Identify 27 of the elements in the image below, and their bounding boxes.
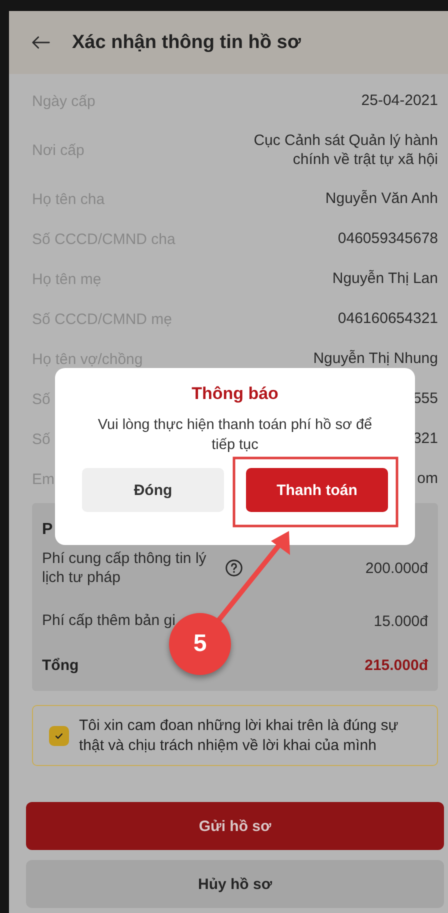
field-value: 321 (412, 429, 438, 449)
dialog-message: Vui lòng thực hiện thanh toán phí hồ sơ để tiếp tục (96, 416, 374, 455)
total-amount: 215.000đ (364, 656, 428, 674)
back-arrow-icon[interactable] (32, 36, 50, 49)
screen-title: Xác nhận thông tin hồ sơ (72, 32, 301, 54)
dialog-title: Thông báo (192, 384, 278, 404)
total-label: Tổng (42, 656, 79, 674)
field-value: Nguyễn Thị Lan (332, 269, 438, 289)
fee-heading: P (42, 521, 54, 539)
fee-amount: 15.000đ (374, 612, 428, 630)
field-value: Cục Cảnh sát Quản lý hành chính về trật tự xã hội (252, 130, 438, 170)
field-value: 046160654321 (338, 309, 438, 329)
help-icon[interactable] (225, 559, 243, 577)
field-value: Nguyễn Thị Nhung (313, 349, 438, 369)
checkmark-icon (54, 730, 64, 740)
dialog-button[interactable]: Đóng (82, 468, 224, 512)
action-button[interactable]: Hủy hồ sơ (26, 860, 444, 908)
declaration-text: Tôi xin cam đoan những lời khai trên là đúng sự thật và chịu trách nhiệm về lời khai của mình (79, 716, 400, 755)
field-value: om (417, 469, 438, 489)
fee-label: Phí cung cấp thông tin lý lịch tư pháp (42, 548, 208, 588)
fee-amount: 200.000đ (365, 560, 428, 576)
action-button[interactable]: Gửi hồ sơ (26, 802, 444, 850)
field-value: Nguyễn Văn Anh (325, 189, 438, 209)
field-value: 046059345678 (338, 229, 438, 249)
declaration-checkbox[interactable] (49, 726, 69, 746)
dialog-button[interactable]: Thanh toán (246, 468, 388, 512)
field-value: 25-04-2021 (361, 91, 438, 111)
